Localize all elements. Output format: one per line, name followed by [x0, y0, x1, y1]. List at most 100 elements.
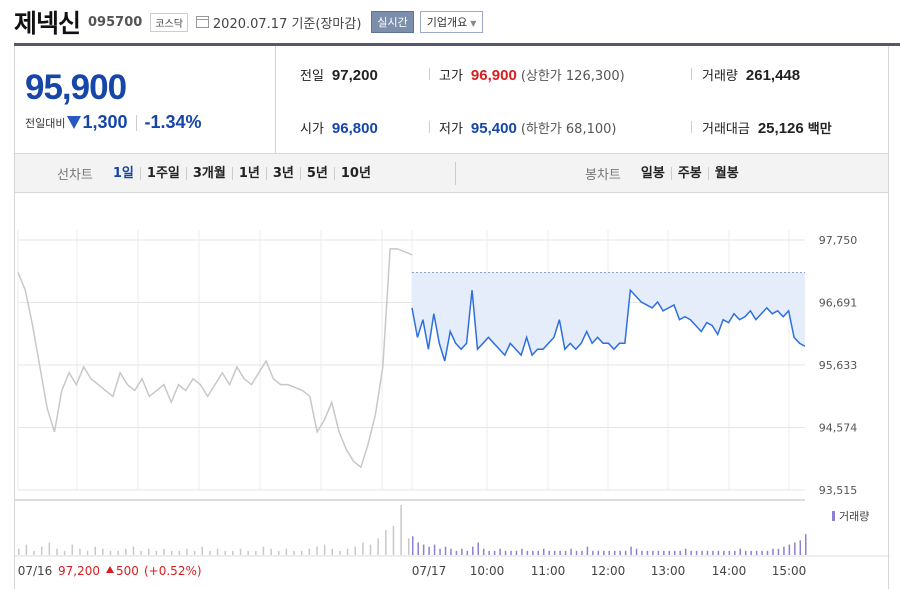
low-value: 95,400	[470, 120, 517, 137]
x-axis-label: 07/17	[412, 564, 447, 578]
volume-bar	[805, 534, 807, 555]
volume-bar	[94, 546, 96, 555]
stock-header: 제넥신 095700 코스닥 2020.07.17 기준(장마감) 실시간 기업…	[14, 6, 484, 38]
volume-bar	[766, 550, 769, 555]
volume-bar	[586, 546, 589, 555]
volume-bar	[624, 550, 627, 555]
prev-close-footer: 97,200	[58, 564, 100, 578]
volume-bar	[772, 548, 774, 555]
x-axis-label: 15:00	[772, 564, 807, 578]
volume-bar	[630, 546, 632, 555]
volume-bar	[575, 550, 578, 555]
volume-bar	[679, 550, 681, 555]
y-tick-label: 93,515	[819, 484, 858, 497]
open-label: 시가	[300, 122, 324, 137]
intraday-chart: 97,750 96,691 95,633 94,574 93,515 거래량 07/16…	[15, 230, 890, 578]
volume-bar	[570, 548, 572, 555]
candle-weekly[interactable]: 주봉	[670, 167, 708, 180]
candle-monthly[interactable]: 월봉	[707, 167, 745, 180]
high-label: 고가	[439, 69, 463, 84]
period-bar: 선차트 1일 1주일 3개월 1년 3년 5년 10년 봉차트 일봉 주봉 월봉	[14, 154, 889, 193]
company-overview-label: 기업개요	[426, 16, 468, 29]
volume-bar	[40, 546, 43, 555]
volume-bar	[466, 550, 469, 555]
company-overview-button[interactable]: 기업개요 ▼	[419, 11, 484, 33]
volume-bar	[346, 548, 349, 555]
volume-bar	[706, 550, 709, 555]
volume-bar	[652, 550, 654, 555]
volume-bar	[744, 550, 747, 555]
up-arrow-icon	[106, 566, 114, 573]
volume-bar	[216, 548, 219, 555]
period-10y[interactable]: 10년	[333, 167, 377, 180]
volume-stat: 거래량 261,448	[702, 65, 800, 84]
stat-divider	[429, 121, 430, 133]
volume-bar	[635, 548, 638, 555]
high-stat: 고가 96,900 (상한가 126,300)	[439, 65, 625, 84]
volume-bar	[532, 550, 534, 555]
volume-bar	[308, 548, 311, 555]
prev-close-label: 전일	[300, 69, 324, 84]
volume-bar	[433, 544, 436, 555]
period-1y[interactable]: 1년	[231, 167, 266, 180]
volume-bar	[444, 546, 447, 555]
stat-grid: 전일 97,200 고가 96,900 (상한가 126,300) 거래량 26…	[276, 46, 889, 154]
volume-bar	[559, 550, 561, 555]
period-3y[interactable]: 3년	[265, 167, 300, 180]
volume-bar	[619, 550, 621, 555]
volume-bar	[408, 538, 410, 555]
prev-day-footer: 97,200 500 (+0.52%)	[58, 564, 202, 578]
y-axis-ticks: 97,750 96,691 95,633 94,574 93,515	[819, 234, 858, 497]
volume-bar	[201, 546, 204, 555]
stat-divider	[691, 121, 692, 133]
volume-bar	[668, 550, 671, 555]
volume-bar	[461, 548, 463, 555]
base-date: 2020.07.17 기준(장마감)	[212, 16, 362, 32]
volume-bar	[385, 530, 387, 555]
lower-limit: (하한가 68,100)	[520, 122, 617, 137]
volume-bar	[148, 548, 150, 555]
current-price: 95,900	[25, 68, 127, 107]
candle-daily[interactable]: 일봉	[635, 167, 671, 180]
volume-bar	[526, 550, 529, 555]
volume-bars: 거래량	[18, 505, 869, 555]
prev-change-footer: 500	[116, 564, 139, 578]
volume-bar	[193, 550, 196, 555]
volume-bar	[300, 550, 303, 555]
volume-bar	[255, 550, 257, 555]
x-axis-label: 13:00	[651, 564, 686, 578]
current-price-cell: 95,900 전일대비 1,300 -1.34%	[14, 46, 276, 154]
period-1d[interactable]: 1일	[107, 167, 140, 180]
chevron-down-icon: ▼	[470, 19, 477, 28]
volume-bar	[422, 544, 425, 555]
period-5y[interactable]: 5년	[299, 167, 334, 180]
volume-bar	[488, 550, 490, 555]
period-1w[interactable]: 1주일	[139, 167, 186, 180]
down-arrow-icon	[67, 116, 82, 129]
period-3m[interactable]: 3개월	[185, 167, 232, 180]
volume-bar	[641, 550, 643, 555]
volume-bar	[132, 546, 135, 555]
volume-bar	[657, 550, 660, 555]
x-axis-label: 07/16	[18, 564, 53, 578]
volume-bar	[377, 538, 379, 555]
change-percent: -1.34%	[144, 112, 202, 132]
realtime-button[interactable]: 실시간	[371, 11, 414, 33]
volume-bar	[285, 548, 288, 555]
volume-bar	[224, 550, 226, 555]
low-label: 저가	[439, 122, 463, 137]
volume-bar	[608, 550, 610, 555]
change-amount: 1,300	[82, 112, 128, 132]
volume-bar	[102, 548, 104, 555]
prev-close-stat: 전일 97,200	[300, 65, 378, 84]
volume-bar	[362, 542, 364, 555]
volume-bar	[674, 550, 676, 555]
volume-bar	[316, 546, 318, 555]
candle-chart-periods: 봉차트 일봉 주봉 월봉	[585, 154, 745, 193]
stock-name: 제넥신	[14, 9, 81, 38]
volume-bar	[750, 550, 752, 555]
volume-bar	[777, 548, 780, 555]
volume-bar	[270, 548, 272, 555]
volume-bar	[369, 544, 372, 555]
volume-bar	[728, 550, 731, 555]
